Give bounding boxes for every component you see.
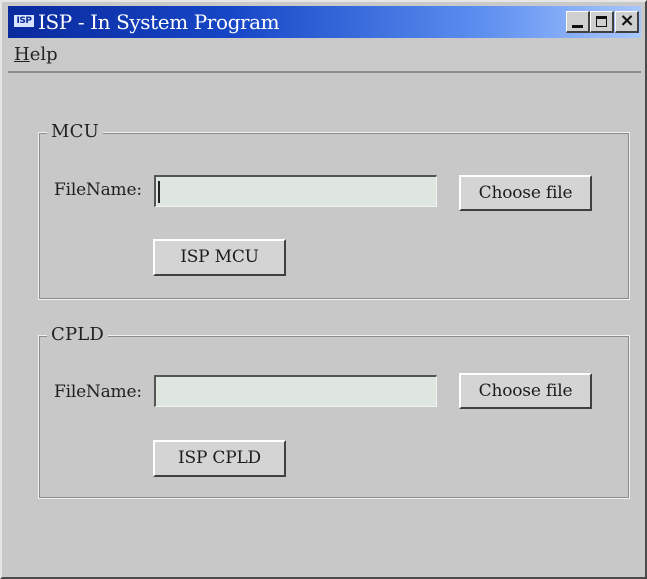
app-window: ISP ISP - In System Program × Help MCU F… (0, 0, 647, 579)
maximize-button[interactable] (590, 11, 614, 33)
close-icon: × (619, 10, 635, 31)
menu-bar: Help (8, 41, 641, 73)
isp-mcu-button[interactable]: ISP MCU (153, 239, 286, 276)
cpld-group: CPLD FileName: Choose file ISP CPLD (38, 324, 630, 499)
window-title: ISP - In System Program (38, 10, 280, 34)
cpld-group-label: CPLD (47, 324, 109, 346)
app-icon: ISP (14, 15, 34, 27)
maximize-icon (596, 16, 607, 27)
title-bar[interactable]: ISP ISP - In System Program × (8, 6, 641, 38)
cpld-filename-input[interactable] (154, 375, 437, 407)
client-area: MCU FileName: Choose file ISP MCU CPLD F… (10, 76, 641, 572)
cpld-filename-label: FileName: (54, 382, 142, 402)
menu-help-mnemonic: H (14, 44, 30, 65)
text-cursor (158, 181, 160, 203)
mcu-filename-label: FileName: (54, 180, 142, 200)
mcu-group-label: MCU (47, 121, 103, 143)
minimize-button[interactable] (566, 11, 590, 33)
mcu-filename-input[interactable] (154, 175, 437, 207)
cpld-choose-file-button[interactable]: Choose file (459, 373, 592, 409)
minimize-icon (572, 25, 583, 28)
close-button[interactable]: × (615, 11, 639, 33)
mcu-choose-file-button[interactable]: Choose file (459, 175, 592, 211)
menu-help-label: elp (29, 44, 58, 65)
isp-cpld-button[interactable]: ISP CPLD (153, 440, 286, 477)
menu-help[interactable]: Help (14, 44, 58, 66)
mcu-group: MCU FileName: Choose file ISP MCU (38, 121, 630, 300)
